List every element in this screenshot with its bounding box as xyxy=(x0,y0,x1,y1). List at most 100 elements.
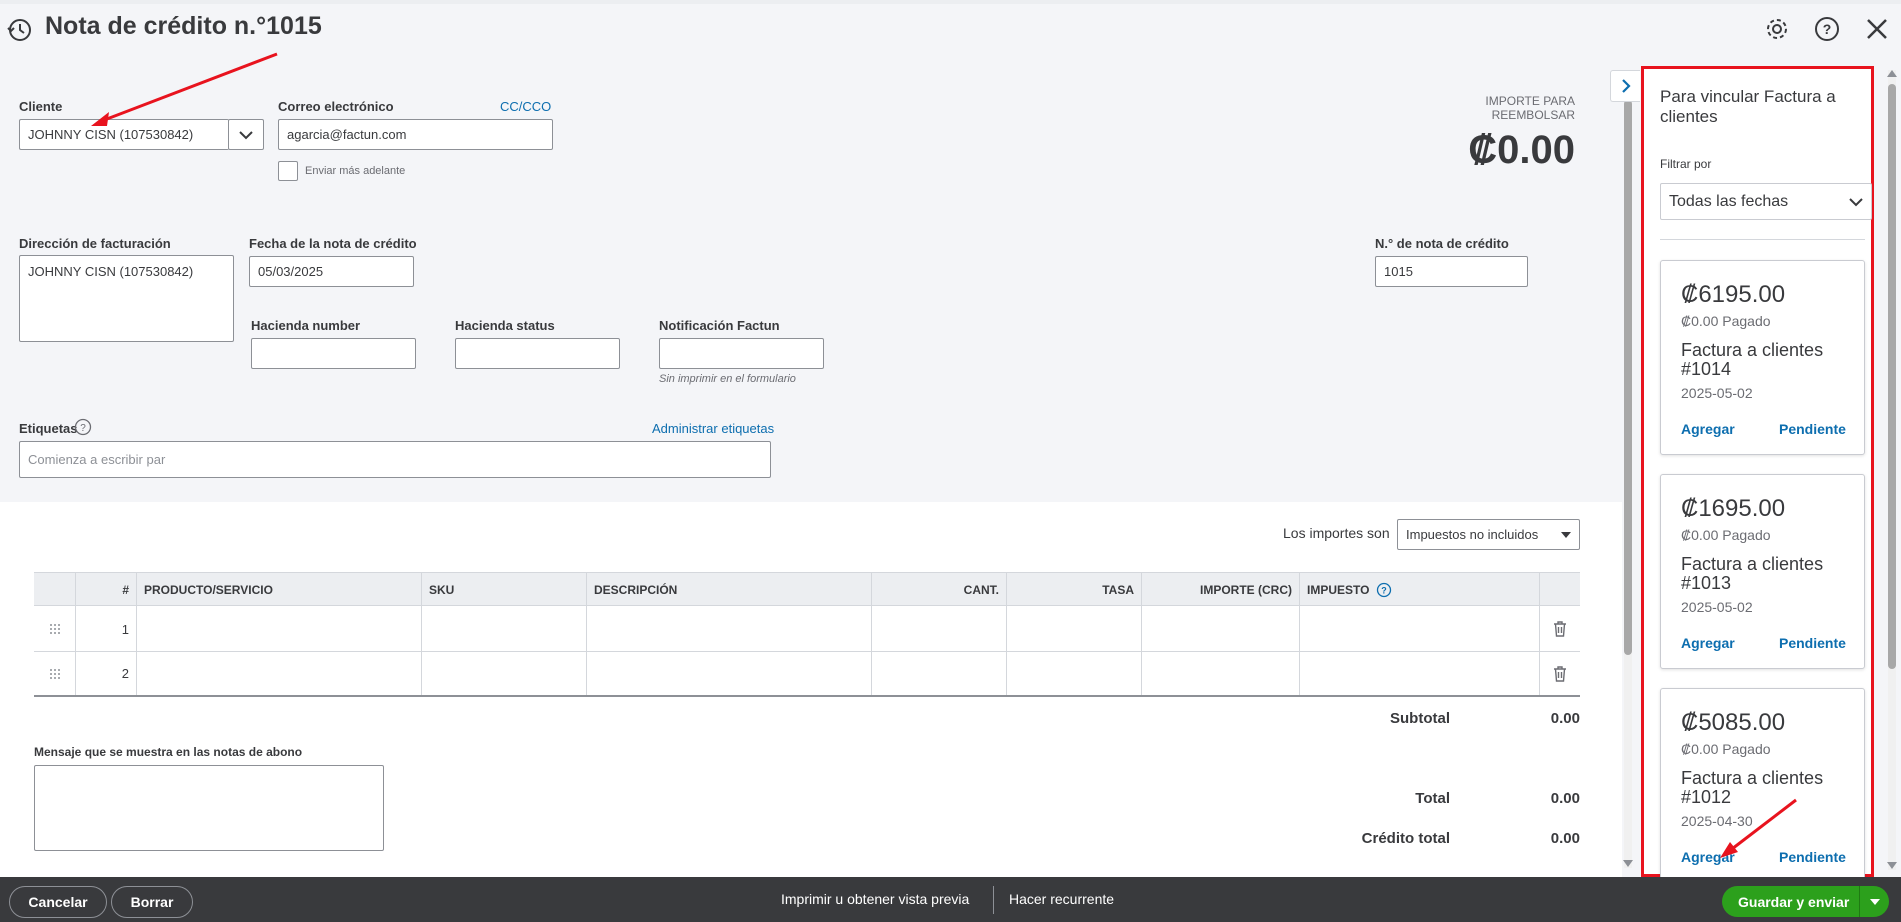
main-scrollbar-thumb[interactable] xyxy=(1624,100,1632,655)
collapse-sidebar-button[interactable] xyxy=(1610,70,1640,102)
save-options-dropdown[interactable] xyxy=(1859,886,1889,917)
row-qty-cell[interactable] xyxy=(872,652,1007,695)
gear-icon[interactable] xyxy=(1763,15,1791,43)
row-rate-cell[interactable] xyxy=(1007,652,1142,695)
scroll-down-icon[interactable] xyxy=(1623,860,1633,868)
credit-number-input[interactable]: 1015 xyxy=(1375,256,1528,287)
col-qty: CANT. xyxy=(872,573,1007,607)
tax-mode-value: Impuestos no incluidos xyxy=(1406,527,1539,542)
hacienda-number-input[interactable] xyxy=(251,338,416,369)
chevron-down-icon xyxy=(1849,197,1863,206)
col-amount: IMPORTE (CRC) xyxy=(1142,573,1300,607)
tags-label: Etiquetas xyxy=(19,421,78,436)
row-rate-cell[interactable] xyxy=(1007,607,1142,651)
row-qty-cell[interactable] xyxy=(872,607,1007,651)
page-title: Nota de crédito n.°1015 xyxy=(45,12,322,40)
amounts-are-label: Los importes son xyxy=(1283,525,1390,541)
col-description: DESCRIPCIÓN xyxy=(587,573,872,607)
footer-divider xyxy=(993,886,994,914)
help-icon[interactable]: ? xyxy=(1813,15,1841,43)
row-product-cell[interactable] xyxy=(137,652,422,695)
save-and-send-label: Guardar y enviar xyxy=(1738,893,1850,910)
caret-down-icon xyxy=(1869,898,1880,905)
sidebar-title: Para vincular Factura a clientes xyxy=(1660,87,1836,126)
footer-bar: Cancelar Borrar Imprimir u obtener vista… xyxy=(0,877,1901,922)
add-invoice-link[interactable]: Agregar xyxy=(1681,421,1735,437)
tags-placeholder: Comienza a escribir par xyxy=(28,452,166,467)
send-later-checkbox[interactable] xyxy=(278,161,298,181)
row-amount-cell[interactable] xyxy=(1142,607,1300,651)
history-icon[interactable] xyxy=(6,16,34,44)
table-row[interactable]: 1 xyxy=(34,607,1580,652)
sidebar-scrollbar-thumb[interactable] xyxy=(1888,84,1896,669)
billing-address-input[interactable]: JOHNNY CISN (107530842) xyxy=(19,255,234,342)
date-filter-select[interactable]: Todas las fechas xyxy=(1660,183,1872,220)
filter-label: Filtrar por xyxy=(1660,157,1712,171)
tags-input[interactable]: Comienza a escribir par xyxy=(19,441,771,478)
col-product: PRODUCTO/SERVICIO xyxy=(137,573,422,607)
refund-label: IMPORTE PARA REEMBOLSAR xyxy=(1420,94,1575,122)
row-sku-cell[interactable] xyxy=(422,652,587,695)
credit-number-value: 1015 xyxy=(1384,264,1413,279)
trash-icon[interactable] xyxy=(1540,652,1580,695)
row-tax-cell[interactable] xyxy=(1300,607,1540,651)
clear-button[interactable]: Borrar xyxy=(111,886,193,918)
scroll-down-icon[interactable] xyxy=(1887,862,1897,870)
message-textarea[interactable] xyxy=(34,765,384,851)
close-icon[interactable] xyxy=(1863,15,1891,43)
col-tax: IMPUESTO ? xyxy=(1300,573,1540,607)
print-preview-link[interactable]: Imprimir u obtener vista previa xyxy=(781,891,969,907)
pending-link[interactable]: Pendiente xyxy=(1779,635,1846,651)
svg-text:?: ? xyxy=(1382,586,1388,596)
table-row[interactable]: 2 xyxy=(34,652,1580,697)
hacienda-status-label: Hacienda status xyxy=(455,318,555,333)
row-number: 2 xyxy=(76,652,137,695)
notification-hint: Sin imprimir en el formulario xyxy=(659,373,796,385)
row-description-cell[interactable] xyxy=(587,652,872,695)
notification-label: Notificación Factun xyxy=(659,318,780,333)
row-product-cell[interactable] xyxy=(137,607,422,651)
help-icon[interactable]: ? xyxy=(74,418,92,436)
col-drag xyxy=(34,573,76,607)
hacienda-status-input[interactable] xyxy=(455,338,620,369)
drag-handle-icon[interactable] xyxy=(34,652,76,695)
message-label: Mensaje que se muestra en las notas de a… xyxy=(34,745,303,759)
manage-tags-link[interactable]: Administrar etiquetas xyxy=(652,421,774,436)
col-number: # xyxy=(76,573,137,607)
email-input[interactable]: agarcia@factun.com xyxy=(278,119,553,150)
row-tax-cell[interactable] xyxy=(1300,652,1540,695)
trash-icon[interactable] xyxy=(1540,607,1580,651)
total-value: 0.00 xyxy=(1550,790,1580,807)
row-description-cell[interactable] xyxy=(587,607,872,651)
invoice-amount: ₡1695.00 xyxy=(1681,495,1786,522)
scroll-up-icon[interactable] xyxy=(1887,70,1897,78)
credit-number-label: N.° de nota de crédito xyxy=(1375,236,1509,251)
add-invoice-link[interactable]: Agregar xyxy=(1681,635,1735,651)
invoice-paid: ₡0.00 Pagado xyxy=(1681,313,1771,329)
notification-input[interactable] xyxy=(659,338,824,369)
cancel-button[interactable]: Cancelar xyxy=(9,886,107,918)
invoice-paid: ₡0.00 Pagado xyxy=(1681,527,1771,543)
cc-bcc-link[interactable]: CC/CCO xyxy=(500,99,551,114)
pending-link[interactable]: Pendiente xyxy=(1779,421,1846,437)
invoice-date: 2025-05-02 xyxy=(1681,385,1753,401)
row-sku-cell[interactable] xyxy=(422,607,587,651)
help-icon[interactable]: ? xyxy=(1376,582,1392,598)
invoice-title: Factura a clientes #1013 xyxy=(1681,554,1824,593)
invoice-amount: ₡6195.00 xyxy=(1681,281,1786,308)
refund-label-line2: REEMBOLSAR xyxy=(1491,108,1575,122)
make-recurring-link[interactable]: Hacer recurrente xyxy=(1009,891,1114,907)
svg-text:?: ? xyxy=(1823,21,1832,37)
send-later-label: Enviar más adelante xyxy=(305,165,406,177)
date-value: 05/03/2025 xyxy=(258,264,324,279)
date-input[interactable]: 05/03/2025 xyxy=(249,256,414,287)
hacienda-number-label: Hacienda number xyxy=(251,318,361,333)
drag-handle-icon[interactable] xyxy=(34,607,76,651)
total-credit-value: 0.00 xyxy=(1550,830,1580,847)
tax-mode-select[interactable]: Impuestos no incluidos xyxy=(1397,519,1580,550)
row-amount-cell[interactable] xyxy=(1142,652,1300,695)
billing-label: Dirección de facturación xyxy=(19,236,171,251)
svg-text:?: ? xyxy=(80,423,86,434)
save-and-send-button[interactable]: Guardar y enviar xyxy=(1722,886,1889,917)
date-filter-value: Todas las fechas xyxy=(1669,192,1789,210)
